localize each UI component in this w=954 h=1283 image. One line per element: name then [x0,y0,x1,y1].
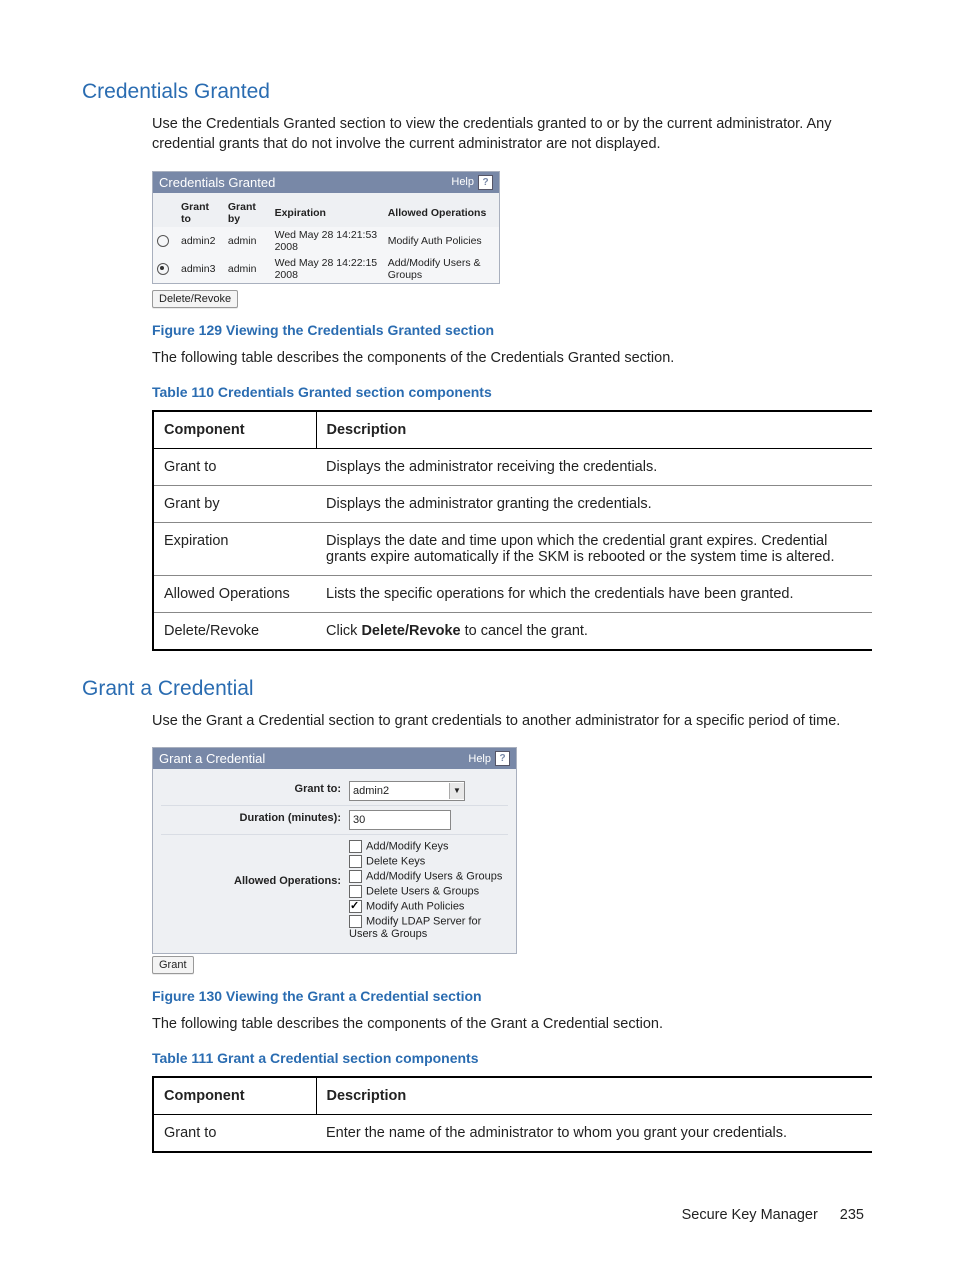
col-expiration: Expiration [271,199,384,227]
op-label: Add/Modify Users & Groups [366,871,502,883]
op-checkbox-row[interactable]: Add/Modify Keys [349,839,508,854]
op-checkbox-row[interactable]: Modify Auth Policies [349,899,508,914]
label-allowed-ops: Allowed Operations: [161,839,349,887]
delete-revoke-button[interactable]: Delete/Revoke [152,290,238,308]
cell-grant-by: admin [224,227,271,255]
table-row: Grant by Displays the administrator gran… [153,485,872,522]
help-label: Help [468,753,491,765]
cell-exp: Wed May 28 14:21:53 2008 [271,227,384,255]
section-title-grant-credential: Grant a Credential [82,677,872,701]
help-link[interactable]: Help ? [451,175,493,190]
col-grant-to: Grant to [177,199,224,227]
credentials-granted-table: Grant to Grant by Expiration Allowed Ope… [153,199,499,283]
radio[interactable] [157,235,169,247]
text: Click [326,623,361,639]
cell-grant-to: admin2 [177,227,224,255]
radio[interactable] [157,263,169,275]
paragraph: The following table describes the compon… [152,348,872,368]
checkbox[interactable] [349,885,362,898]
help-icon: ? [478,175,493,190]
help-icon: ? [495,751,510,766]
cell-grant-by: admin [224,255,271,283]
cell-exp: Wed May 28 14:22:15 2008 [271,255,384,283]
col-allowed-ops: Allowed Operations [384,199,499,227]
footer-page: 235 [840,1207,864,1223]
cell-ops: Add/Modify Users & Groups [384,255,499,283]
table-caption: Table 110 Credentials Granted section co… [152,384,872,400]
op-label: Delete Users & Groups [366,886,479,898]
chevron-down-icon: ▼ [449,783,464,799]
grant-button[interactable]: Grant [152,956,194,974]
checkbox[interactable] [349,855,362,868]
footer-product: Secure Key Manager [682,1207,818,1223]
panel-title: Credentials Granted [159,175,275,190]
col-component: Component [153,1077,316,1115]
duration-input[interactable]: 30 [349,810,451,830]
checkbox[interactable] [349,840,362,853]
checkbox[interactable] [349,915,362,928]
grant-credential-panel: Grant a Credential Help ? Grant to: admi… [152,747,517,954]
op-label: Modify LDAP Server for Users & Groups [349,916,481,941]
op-label: Add/Modify Keys [366,841,449,853]
text: to cancel the grant. [461,623,588,639]
paragraph: The following table describes the compon… [152,1014,872,1034]
table-caption: Table 111 Grant a Credential section com… [152,1050,872,1066]
table-row: Grant to Enter the name of the administr… [153,1115,872,1153]
table-row: Grant to Displays the administrator rece… [153,448,872,485]
credentials-granted-panel: Credentials Granted Help ? Grant to Gran… [152,171,500,284]
paragraph: Use the Credentials Granted section to v… [152,114,872,155]
select-value: admin2 [353,785,389,797]
col-description: Description [316,1077,872,1115]
components-table-110: Component Description Grant to Displays … [152,410,872,651]
cell-ops: Modify Auth Policies [384,227,499,255]
col-component: Component [153,411,316,449]
table-row: Allowed Operations Lists the specific op… [153,575,872,612]
help-link[interactable]: Help ? [468,751,510,766]
label-duration: Duration (minutes): [161,810,349,824]
bold-text: Delete/Revoke [361,623,460,639]
paragraph: Use the Grant a Credential section to gr… [152,711,872,731]
op-checkbox-row[interactable]: Modify LDAP Server for Users & Groups [349,914,508,941]
components-table-111: Component Description Grant to Enter the… [152,1076,872,1153]
table-row[interactable]: admin2 admin Wed May 28 14:21:53 2008 Mo… [153,227,499,255]
figure-caption: Figure 129 Viewing the Credentials Grant… [152,322,872,338]
op-label: Delete Keys [366,856,425,868]
col-description: Description [316,411,872,449]
op-checkbox-row[interactable]: Add/Modify Users & Groups [349,869,508,884]
checkbox[interactable] [349,870,362,883]
help-label: Help [451,176,474,188]
table-row[interactable]: admin3 admin Wed May 28 14:22:15 2008 Ad… [153,255,499,283]
figure-caption: Figure 130 Viewing the Grant a Credentia… [152,988,872,1004]
section-title-credentials-granted: Credentials Granted [82,80,872,104]
panel-title: Grant a Credential [159,751,265,766]
cell-grant-to: admin3 [177,255,224,283]
table-row: Expiration Displays the date and time up… [153,522,872,575]
table-row: Delete/Revoke Click Delete/Revoke to can… [153,612,872,650]
grant-to-select[interactable]: admin2 ▼ [349,781,465,801]
op-label: Modify Auth Policies [366,901,464,913]
label-grant-to: Grant to: [161,781,349,795]
col-grant-by: Grant by [224,199,271,227]
op-checkbox-row[interactable]: Delete Users & Groups [349,884,508,899]
checkbox[interactable] [349,900,362,913]
op-checkbox-row[interactable]: Delete Keys [349,854,508,869]
